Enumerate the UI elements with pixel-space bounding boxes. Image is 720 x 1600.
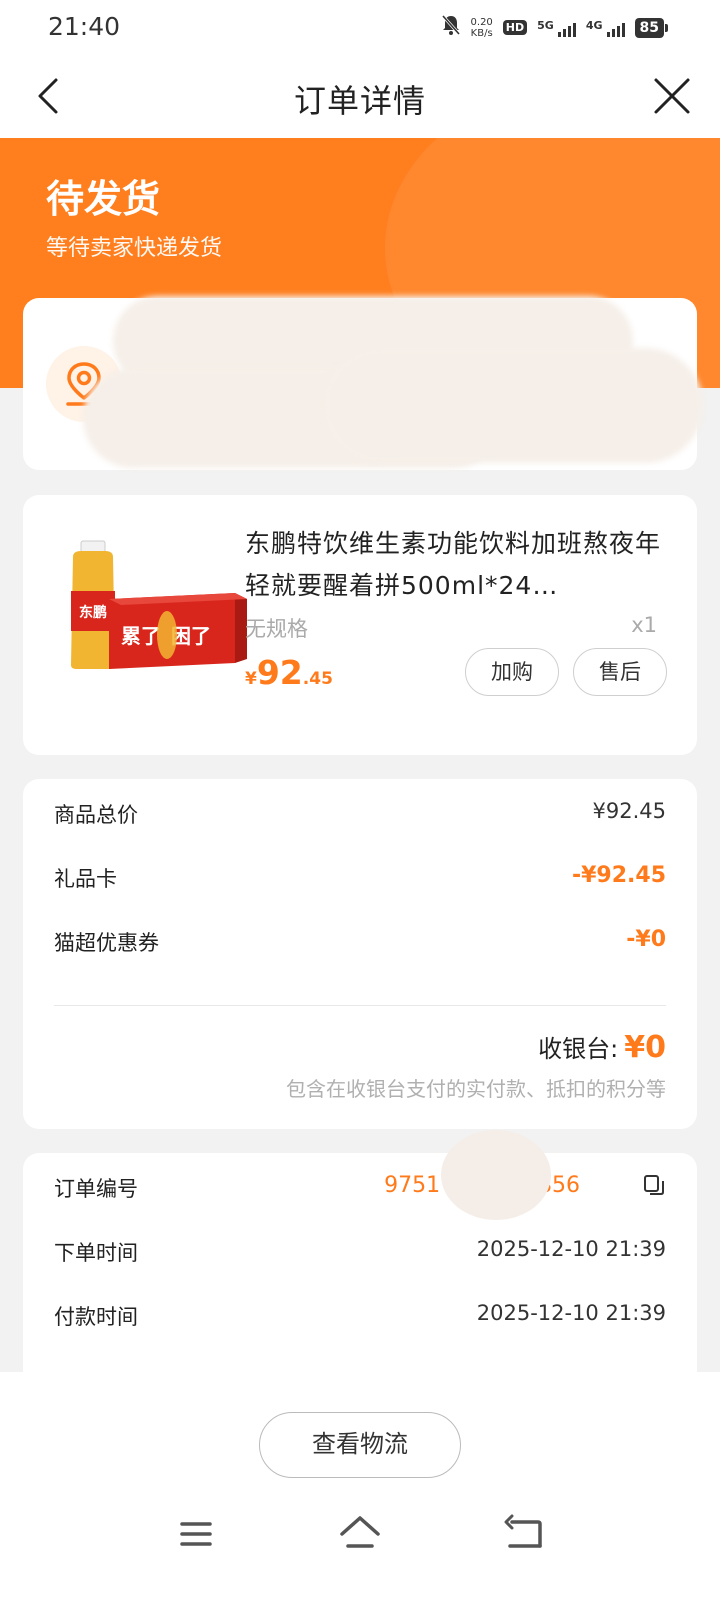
signal-5g-label: 5G xyxy=(537,18,554,32)
price-row: 礼品卡 -¥92.45 xyxy=(54,855,666,895)
price-row-label: 商品总价 xyxy=(54,803,138,827)
svg-text:累了: 累了 xyxy=(121,624,161,648)
price-symbol: ¥ xyxy=(245,669,257,689)
price-row: 商品总价 ¥92.45 xyxy=(54,791,666,831)
back-nav-icon[interactable] xyxy=(498,1508,550,1560)
order-info-card: 订单编号 9751 21856 下单时间 2025-12-10 21:39 付款… xyxy=(23,1153,697,1383)
address-card[interactable] xyxy=(23,296,703,470)
nav-bar: 订单详情 xyxy=(0,56,720,138)
svg-text:东鹏: 东鹏 xyxy=(79,604,107,621)
view-logistics-button[interactable]: 查看物流 xyxy=(259,1412,461,1478)
price-row-label: 礼品卡 xyxy=(54,867,117,891)
payment-time-value: 2025-12-10 21:39 xyxy=(476,1301,666,1325)
price-row: 猫超优惠券 -¥0 xyxy=(54,919,666,959)
net-speed-value: 0.20 xyxy=(470,16,493,28)
cashier-label: 收银台: xyxy=(538,1035,619,1063)
hd-badge: HD xyxy=(502,20,528,35)
order-info-row: 订单编号 9751 21856 xyxy=(54,1165,666,1205)
copy-icon[interactable] xyxy=(642,1173,666,1197)
cashier-total: 收银台: ¥0 xyxy=(538,1029,666,1065)
after-sale-button[interactable]: 售后 xyxy=(573,648,667,696)
price-row-value: -¥0 xyxy=(626,927,666,952)
net-speed-unit: KB/s xyxy=(470,27,493,39)
signal-5g-icon: 5G xyxy=(537,19,576,37)
price-summary-card: 商品总价 ¥92.45 礼品卡 -¥92.45 猫超优惠券 -¥0 收银台: ¥0… xyxy=(23,779,697,1129)
order-time-value: 2025-12-10 21:39 xyxy=(476,1237,666,1261)
price-integer: 92 xyxy=(256,653,303,692)
product-name[interactable]: 东鹏特饮维生素功能饮料加班熬夜年轻就要醒着拼500ml*24… xyxy=(245,523,665,607)
product-image: 东鹏 累了 困了 xyxy=(71,540,247,669)
order-status-subtitle: 等待卖家快递发货 xyxy=(46,236,223,261)
divider xyxy=(54,1005,666,1006)
svg-text:困了: 困了 xyxy=(171,624,211,648)
close-button[interactable] xyxy=(648,72,696,120)
add-to-cart-button[interactable]: 加购 xyxy=(465,648,559,696)
order-info-row: 下单时间 2025-12-10 21:39 xyxy=(54,1229,666,1269)
order-info-row: 付款时间 2025-12-10 21:39 xyxy=(54,1293,666,1333)
order-number-label: 订单编号 xyxy=(54,1177,138,1201)
product-quantity: x1 xyxy=(631,613,657,637)
payment-time-label: 付款时间 xyxy=(54,1305,138,1329)
signal-4g-label: 4G xyxy=(585,18,603,32)
price-row-value: ¥92.45 xyxy=(592,799,666,823)
page-title: 订单详情 xyxy=(293,82,426,120)
order-status-title: 待发货 xyxy=(46,177,161,221)
bottom-action-bar: 查看物流 xyxy=(0,1372,720,1600)
home-icon[interactable] xyxy=(334,1508,386,1560)
price-row-value: -¥92.45 xyxy=(571,863,666,888)
redacted-address xyxy=(323,348,703,463)
net-speed: 0.20 KB/s xyxy=(471,17,493,39)
product-spec: 无规格 xyxy=(245,617,308,641)
bell-muted-icon xyxy=(441,14,461,41)
battery-icon: 85 xyxy=(634,17,669,38)
order-time-label: 下单时间 xyxy=(54,1241,138,1265)
product-card[interactable]: 东鹏 累了 困了 东鹏特饮维生素功能饮料加班熬夜年轻就要醒着拼500ml*24…… xyxy=(23,495,697,755)
status-icons: 0.20 KB/s HD 5G 4G 85 xyxy=(441,14,669,41)
close-icon xyxy=(654,78,690,114)
price-decimal: .45 xyxy=(302,669,333,689)
product-price: ¥92.45 xyxy=(245,653,333,692)
order-detail-screen: 21:40 0.20 KB/s HD 5G 4G 85 订单详情 待发货 等待卖… xyxy=(0,0,720,1600)
cashier-amount: ¥0 xyxy=(624,1030,666,1065)
cashier-note: 包含在收银台支付的实付款、抵扣的积分等 xyxy=(286,1077,666,1101)
price-row-label: 猫超优惠券 xyxy=(54,931,159,955)
menu-icon[interactable] xyxy=(170,1508,222,1560)
redacted-order-number xyxy=(441,1130,551,1220)
signal-4g-icon: 4G xyxy=(586,19,625,37)
status-time: 21:40 xyxy=(48,12,121,41)
status-bar: 21:40 0.20 KB/s HD 5G 4G 85 xyxy=(0,0,720,56)
